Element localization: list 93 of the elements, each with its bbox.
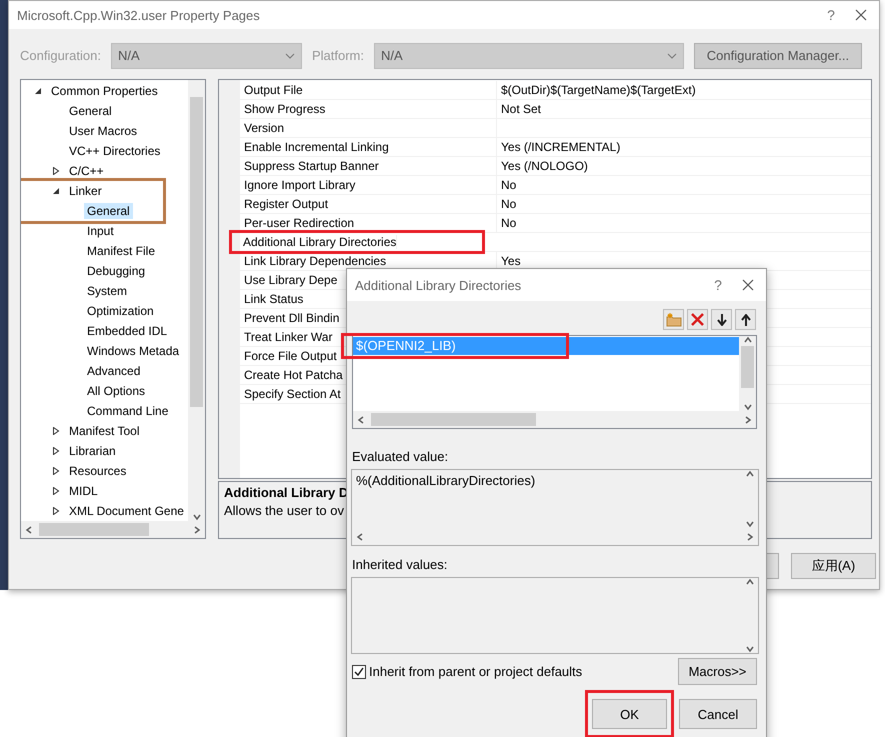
- tree-item[interactable]: General: [66, 103, 115, 119]
- horizontal-scrollbar[interactable]: [21, 521, 205, 538]
- scroll-down-icon[interactable]: [746, 520, 754, 528]
- scroll-down-icon[interactable]: [746, 645, 754, 653]
- scroll-up-icon[interactable]: [746, 470, 754, 478]
- scroll-left-icon[interactable]: [357, 416, 365, 424]
- property-name[interactable]: Output File: [240, 81, 497, 99]
- macros-button[interactable]: Macros>>: [678, 658, 757, 685]
- tree-item[interactable]: Windows Metada: [84, 343, 182, 359]
- tree-item[interactable]: XML Document Gene: [66, 503, 187, 519]
- tree-item[interactable]: VC++ Directories: [66, 143, 164, 159]
- property-name[interactable]: Additional Library Directories: [239, 235, 398, 249]
- configuration-label: Configuration:: [20, 48, 101, 63]
- collapsed-arrow-icon[interactable]: [52, 467, 60, 475]
- tree-item[interactable]: Input: [84, 223, 117, 239]
- scroll-down-icon[interactable]: [744, 403, 752, 411]
- property-value[interactable]: Yes (/NOLOGO): [497, 157, 588, 175]
- collapsed-arrow-icon[interactable]: [52, 427, 60, 435]
- property-name[interactable]: Register Output: [240, 195, 497, 213]
- collapsed-arrow-icon[interactable]: [52, 167, 60, 175]
- cancel-button[interactable]: Cancel: [679, 699, 757, 729]
- down-arrow-icon: [716, 314, 726, 326]
- expanded-arrow-icon[interactable]: [52, 187, 60, 195]
- tree-item[interactable]: System: [84, 283, 130, 299]
- help-button[interactable]: ?: [698, 277, 738, 293]
- tree-item[interactable]: Advanced: [84, 363, 144, 379]
- tree-item[interactable]: Command Line: [84, 403, 172, 419]
- caret-icon: [666, 52, 677, 58]
- tree-item[interactable]: Debugging: [84, 263, 148, 279]
- scroll-right-icon[interactable]: [746, 532, 754, 540]
- property-value[interactable]: Yes: [497, 252, 521, 270]
- close-icon[interactable]: [742, 279, 754, 291]
- inherit-checkbox[interactable]: [352, 664, 366, 678]
- caret-icon: [284, 52, 295, 58]
- apply-button[interactable]: 应用(A): [791, 553, 876, 579]
- property-value[interactable]: Not Set: [497, 100, 542, 118]
- scroll-up-icon[interactable]: [744, 336, 752, 344]
- inherited-values-label: Inherited values:: [352, 557, 448, 572]
- move-up-button[interactable]: [735, 309, 756, 330]
- property-value[interactable]: No: [497, 195, 516, 213]
- description-text: Allows the user to ov: [224, 503, 345, 518]
- collapsed-arrow-icon[interactable]: [52, 447, 60, 455]
- tree-item[interactable]: User Macros: [66, 123, 140, 139]
- window-title: Microsoft.Cpp.Win32.user Property Pages: [17, 8, 261, 22]
- tree-item[interactable]: Resources: [66, 463, 130, 479]
- property-value[interactable]: No: [497, 214, 516, 232]
- property-name[interactable]: Ignore Import Library: [240, 176, 497, 194]
- new-folder-icon: [666, 312, 682, 326]
- vertical-scrollbar[interactable]: [739, 336, 756, 411]
- property-value[interactable]: Yes (/INCREMENTAL): [497, 138, 620, 156]
- tree-item[interactable]: Embedded IDL: [84, 323, 170, 339]
- horizontal-scrollbar[interactable]: [353, 411, 756, 428]
- collapsed-arrow-icon[interactable]: [52, 507, 60, 515]
- close-icon[interactable]: [855, 9, 867, 21]
- property-value[interactable]: No: [497, 176, 516, 194]
- property-name[interactable]: Enable Incremental Linking: [240, 138, 497, 156]
- evaluated-value-label: Evaluated value:: [352, 449, 448, 464]
- scroll-up-icon[interactable]: [746, 578, 754, 586]
- property-name[interactable]: Per-user Redirection: [240, 214, 497, 232]
- tree-item[interactable]: General: [84, 203, 133, 219]
- tree-item[interactable]: Linker: [66, 183, 105, 199]
- tree-item[interactable]: MIDL: [66, 483, 101, 499]
- check-icon: [354, 666, 364, 676]
- property-name[interactable]: Suppress Startup Banner: [240, 157, 497, 175]
- evaluated-value: %(AdditionalLibraryDirectories): [355, 472, 536, 490]
- scroll-down-icon[interactable]: [192, 513, 200, 521]
- dialog-title: Additional Library Directories: [355, 278, 522, 292]
- up-arrow-icon: [740, 314, 750, 326]
- inherit-checkbox-label: Inherit from parent or project defaults: [369, 664, 582, 679]
- property-name[interactable]: Version: [240, 119, 497, 137]
- scroll-right-icon[interactable]: [193, 526, 201, 534]
- move-down-button[interactable]: [711, 309, 732, 330]
- tree-item[interactable]: Common Properties: [48, 83, 161, 99]
- collapsed-arrow-icon[interactable]: [52, 487, 60, 495]
- tree-item[interactable]: C/C++: [66, 163, 107, 179]
- property-value[interactable]: $(OutDir)$(TargetName)$(TargetExt): [497, 81, 696, 99]
- expanded-arrow-icon[interactable]: [34, 87, 42, 95]
- platform-label: Platform:: [312, 48, 364, 63]
- tree-item[interactable]: Manifest Tool: [66, 423, 142, 439]
- delete-button[interactable]: [687, 309, 708, 330]
- scroll-right-icon[interactable]: [744, 416, 752, 424]
- delete-icon: [691, 313, 704, 326]
- scroll-left-icon[interactable]: [25, 526, 33, 534]
- new-folder-button[interactable]: [663, 309, 684, 330]
- tree-item[interactable]: Librarian: [66, 443, 119, 459]
- ok-button[interactable]: OK: [592, 699, 667, 729]
- tree-item[interactable]: All Options: [84, 383, 148, 399]
- tree-item[interactable]: Optimization: [84, 303, 157, 319]
- help-button[interactable]: ?: [811, 7, 851, 23]
- property-name[interactable]: Show Progress: [240, 100, 497, 118]
- tree-item[interactable]: Manifest File: [84, 243, 158, 259]
- scroll-left-icon[interactable]: [356, 532, 364, 540]
- vertical-scrollbar[interactable]: [188, 80, 205, 521]
